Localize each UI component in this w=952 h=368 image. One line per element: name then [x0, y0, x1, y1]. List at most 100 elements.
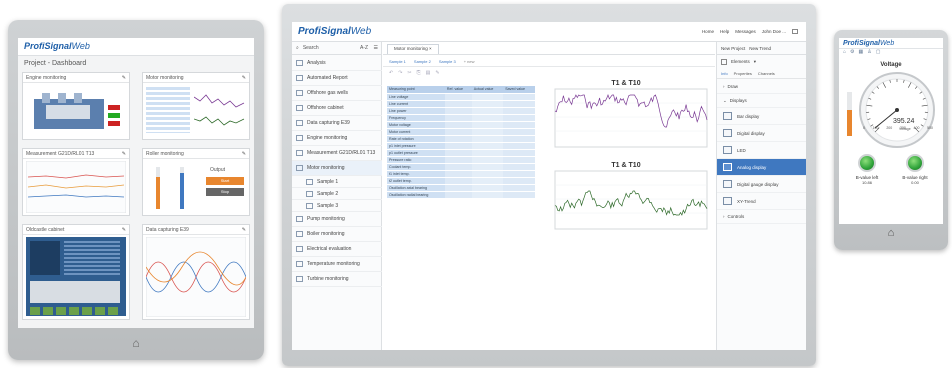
paste-icon[interactable]: ▤	[426, 70, 431, 76]
tab-channels[interactable]: Channels	[758, 71, 775, 76]
pin-icon[interactable]: ✎	[242, 151, 246, 157]
home-icon[interactable]: ⌂	[128, 336, 144, 350]
user-icon[interactable]: ♙	[867, 49, 871, 57]
phone-screen: ProfiSignalWeb ⌂ ⚙ ▦ ♙ ▢ Voltage 0 100 200…	[839, 38, 943, 224]
sub-tab-sample-3[interactable]: Sample 3	[439, 59, 456, 64]
header-link-help[interactable]: Help	[720, 29, 729, 34]
value-cell	[503, 128, 535, 136]
pin-icon[interactable]: ✎	[122, 151, 126, 157]
sort-toggle[interactable]: A-Z	[360, 45, 368, 51]
sidebar-item-motor-monitoring[interactable]: Motor monitoring	[292, 161, 382, 176]
cut-icon[interactable]: ✂	[407, 70, 411, 76]
value-cell	[471, 100, 504, 108]
sidebar-item-automated-report[interactable]: Automated Report	[292, 71, 382, 86]
display-item-digital-gauge-display[interactable]: Digital gauge display	[717, 176, 806, 193]
sidebar-item-electrical-evaluation[interactable]: Electrical evaluation	[292, 242, 382, 257]
sidebar-item-sample-2[interactable]: Sample 2	[292, 188, 382, 200]
pin-icon[interactable]: ✎	[242, 75, 246, 81]
chevron-down-icon[interactable]: ▾	[754, 59, 756, 65]
dashboard-card-data-capturing[interactable]: Data capturing E39 ✎	[142, 224, 250, 320]
home-icon[interactable]: ⌂	[843, 49, 846, 57]
sidebar-item-label: Boiler monitoring	[307, 231, 345, 237]
elements-dropdown[interactable]: Elements	[731, 59, 750, 64]
document-icon	[306, 190, 313, 197]
sub-tab-new[interactable]: + new	[464, 59, 475, 64]
tab-info[interactable]: Info	[721, 71, 728, 76]
row-label: Line voltage	[387, 93, 445, 101]
header-link-home[interactable]: Home	[702, 29, 714, 34]
dashboard-card-engine[interactable]: Engine monitoring ✎	[22, 72, 130, 140]
display-type-icon	[723, 112, 732, 120]
pin-icon[interactable]: ✎	[122, 227, 126, 233]
start-button[interactable]: Start	[206, 177, 244, 185]
logout-icon[interactable]	[792, 29, 798, 34]
edit-icon[interactable]: ✎	[435, 70, 439, 76]
display-item-analog-display[interactable]: Analog display	[717, 159, 806, 176]
trend-charts: T1 & T10 T1 & T10	[541, 80, 711, 242]
sidebar-item-data-capturing-e39[interactable]: Data capturing E39	[292, 116, 382, 131]
home-icon[interactable]: ⌂	[883, 227, 899, 243]
value-cell	[444, 191, 472, 199]
table-row: Oscillation radial bearing	[387, 191, 535, 199]
section-controls[interactable]: › Controls	[717, 210, 806, 224]
sidebar-item-sample-3[interactable]: Sample 3	[292, 200, 382, 212]
card-title: Data capturing E39	[146, 227, 189, 233]
list-view-icon[interactable]: ☰	[374, 45, 378, 51]
gear-icon[interactable]: ⚙	[850, 49, 854, 57]
gauge-tick-label: 0	[863, 126, 865, 130]
value-cell	[471, 156, 504, 164]
section-draw[interactable]: › Draw	[717, 80, 806, 94]
sub-tab-sample-1[interactable]: Sample 1	[389, 59, 406, 64]
pin-icon[interactable]: ✎	[242, 227, 246, 233]
grid-icon[interactable]: ▦	[859, 49, 864, 57]
sidebar-item-analysis[interactable]: Analysis	[292, 56, 382, 71]
copy-icon[interactable]: ⎘	[417, 70, 421, 76]
sidebar-item-boiler-monitoring[interactable]: Boiler monitoring	[292, 227, 382, 242]
sidebar-item-engine-monitoring[interactable]: Engine monitoring	[292, 131, 382, 146]
sidebar-item-offshore-gas-wells[interactable]: Offshore gas wells	[292, 86, 382, 101]
section-displays[interactable]: ⌄ Displays	[717, 94, 806, 108]
square-icon[interactable]	[721, 58, 727, 65]
row-label: Motor voltage	[387, 121, 445, 129]
pin-icon[interactable]: ✎	[122, 75, 126, 81]
display-item-xy-trend[interactable]: XY-Trend	[717, 193, 806, 210]
header-link-user[interactable]: John Doe ...	[762, 29, 786, 34]
display-type-icon	[723, 180, 732, 188]
sidebar-item-turbine-monitoring[interactable]: Turbine monitoring	[292, 272, 382, 287]
new-trend-button[interactable]: New Trend	[749, 46, 771, 51]
tab-properties[interactable]: Properties	[734, 71, 752, 76]
folder-icon	[296, 75, 303, 81]
window-icon[interactable]: ▢	[876, 49, 881, 57]
sidebar-search[interactable]: ⌕ Search A-Z ☰	[292, 42, 382, 55]
search-label: Search	[302, 45, 319, 51]
new-project-button[interactable]: New Project	[721, 46, 745, 51]
sub-tab-bar: Sample 1 Sample 2 Sample 3 + new	[383, 56, 715, 67]
sidebar-item-sample-1[interactable]: Sample 1	[292, 176, 382, 188]
folder-icon	[296, 246, 303, 252]
sidebar-item-offshore-cabinet[interactable]: Offshore cabinet	[292, 101, 382, 116]
sidebar-item-measurement-g21d-rl01-t13[interactable]: Measurement G21D/RL01 T13	[292, 146, 382, 161]
sidebar-item-label: Electrical evaluation	[307, 246, 352, 252]
dashboard-card-roller[interactable]: Roller monitoring ✎ Output Start Stop	[142, 148, 250, 216]
row-label: Oscillation radial bearing	[387, 191, 445, 199]
card-title: Motor monitoring	[146, 75, 184, 81]
display-item-digital-display[interactable]: Digital display	[717, 125, 806, 142]
tablet-logo: ProfiSignalWeb	[18, 38, 254, 56]
redo-icon[interactable]: ↷	[398, 70, 402, 76]
dashboard-card-cabinet[interactable]: Oldcastle cabinet ✎	[22, 224, 130, 320]
doc-tab-motor[interactable]: Motor monitoring ×	[387, 44, 439, 54]
dashboard-card-motor[interactable]: Motor monitoring ✎	[142, 72, 250, 140]
stop-button[interactable]: Stop	[206, 188, 244, 196]
header-link-messages[interactable]: Messages	[735, 29, 756, 34]
value-cell	[503, 93, 535, 101]
dashboard-card-measurement[interactable]: Measurement G21D/RL01 T13 ✎	[22, 148, 130, 216]
undo-icon[interactable]: ↶	[389, 70, 393, 76]
display-item-bar-display[interactable]: Bar display	[717, 108, 806, 125]
table-row: Coolant temp.	[387, 163, 535, 171]
display-item-led[interactable]: LED	[717, 142, 806, 159]
sidebar-item-temperature-monitoring[interactable]: Temperature monitoring	[292, 257, 382, 272]
display-item-label: Digital display	[737, 130, 765, 136]
value-cell	[471, 163, 504, 171]
sidebar-item-pump-monitoring[interactable]: Pump monitoring	[292, 212, 382, 227]
sub-tab-sample-2[interactable]: Sample 2	[414, 59, 431, 64]
